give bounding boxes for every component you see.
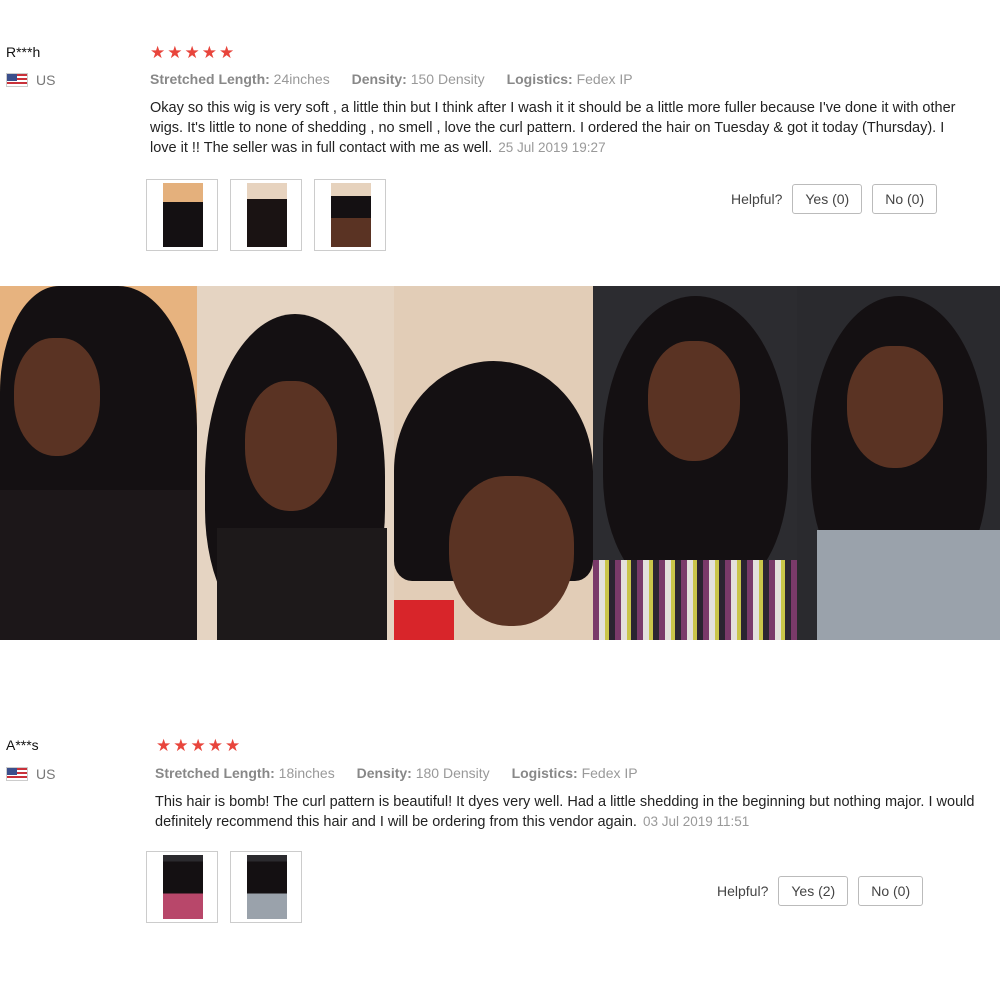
- country-label: US: [36, 766, 56, 782]
- logistics-label: Logistics:: [511, 765, 578, 781]
- helpful-no-button[interactable]: No (0): [858, 876, 924, 906]
- reviewer-country: US: [6, 766, 55, 782]
- review-thumbnail[interactable]: [146, 851, 218, 923]
- review-photo[interactable]: [593, 286, 797, 640]
- logistics-label: Logistics:: [506, 71, 573, 87]
- density-label: Density:: [351, 71, 407, 87]
- density-value: 150 Density: [410, 71, 485, 87]
- us-flag-icon: [6, 73, 28, 87]
- reviewer-name: R***h: [6, 44, 41, 60]
- helpful-label: Helpful?: [717, 883, 769, 899]
- review-photo[interactable]: [197, 286, 394, 640]
- review-photo[interactable]: [394, 286, 593, 640]
- review-photo[interactable]: [797, 286, 1000, 640]
- logistics-value: Fedex IP: [581, 765, 638, 781]
- review-photo[interactable]: [0, 286, 197, 640]
- helpful-no-button[interactable]: No (0): [872, 184, 938, 214]
- review-date: 03 Jul 2019 11:51: [642, 814, 750, 829]
- country-label: US: [36, 72, 56, 88]
- density-label: Density:: [356, 765, 412, 781]
- helpful-yes-button[interactable]: Yes (2): [778, 876, 849, 906]
- helpful-yes-button[interactable]: Yes (0): [792, 184, 863, 214]
- review-date: 25 Jul 2019 19:27: [498, 140, 606, 155]
- review-meta: Stretched Length: 24inches Density: 150 …: [150, 71, 633, 87]
- review-thumbnail[interactable]: [314, 179, 386, 251]
- us-flag-icon: [6, 767, 28, 781]
- logistics-value: Fedex IP: [576, 71, 633, 87]
- density-value: 180 Density: [415, 765, 490, 781]
- length-value: 24inches: [273, 71, 330, 87]
- review-text-block: Okay so this wig is very soft , a little…: [150, 98, 970, 158]
- length-label: Stretched Length:: [150, 71, 270, 87]
- helpful-section: Helpful? Yes (2) No (0): [717, 876, 924, 906]
- review-text: This hair is bomb! The curl pattern is b…: [155, 794, 975, 830]
- review-thumbnail[interactable]: [230, 179, 302, 251]
- review-photo-strip: [0, 286, 1000, 640]
- star-rating: ★★★★★: [156, 736, 243, 755]
- star-rating: ★★★★★: [150, 43, 237, 62]
- review-meta: Stretched Length: 18inches Density: 180 …: [155, 765, 638, 781]
- review-thumbnail[interactable]: [146, 179, 218, 251]
- review-text-block: This hair is bomb! The curl pattern is b…: [155, 792, 985, 832]
- length-value: 18inches: [278, 765, 335, 781]
- reviewer-country: US: [6, 72, 55, 88]
- length-label: Stretched Length:: [155, 765, 275, 781]
- review-thumbnail[interactable]: [230, 851, 302, 923]
- reviewer-name: A***s: [6, 737, 39, 753]
- helpful-label: Helpful?: [731, 191, 783, 207]
- helpful-section: Helpful? Yes (0) No (0): [731, 184, 938, 214]
